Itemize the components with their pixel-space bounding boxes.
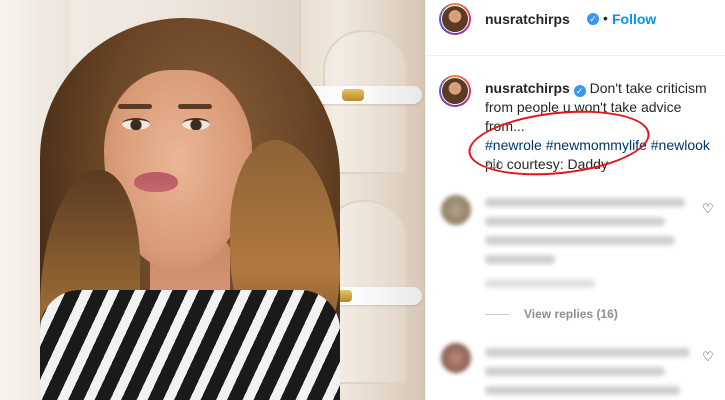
view-replies-button[interactable]: View replies (16): [524, 307, 618, 321]
caption-username[interactable]: nusratchirps: [485, 80, 570, 96]
heart-icon[interactable]: ♡: [702, 349, 714, 365]
header-separator: •: [603, 10, 608, 26]
subject-eye-right: [182, 118, 210, 130]
comment-avatar[interactable]: [441, 343, 471, 373]
verified-badge-icon: ✓: [573, 85, 586, 97]
verified-badge-icon: ✓: [587, 13, 599, 25]
subject-striped-shirt: [40, 290, 340, 400]
author-avatar[interactable]: [439, 3, 471, 35]
heart-icon[interactable]: ♡: [702, 201, 714, 217]
subject-brow-right: [178, 104, 212, 109]
author-username[interactable]: nusratchirps: [485, 11, 570, 27]
subject-brow-left: [118, 104, 152, 109]
follow-button[interactable]: Follow: [612, 11, 656, 27]
post-side-panel: nusratchirps ✓ • Follow nusratchirps ✓ D…: [425, 0, 725, 400]
post-header: nusratchirps ✓ • Follow: [426, 0, 725, 56]
caption-author-avatar[interactable]: [439, 75, 471, 107]
subject-eye-left: [122, 118, 150, 130]
post-timestamp[interactable]: 21h: [485, 159, 503, 171]
view-replies-line: [485, 314, 509, 315]
hashtag-link[interactable]: #newlook: [651, 137, 710, 153]
comment-avatar[interactable]: [441, 195, 471, 225]
subject-lips: [134, 172, 178, 192]
post-photo: [0, 0, 425, 400]
